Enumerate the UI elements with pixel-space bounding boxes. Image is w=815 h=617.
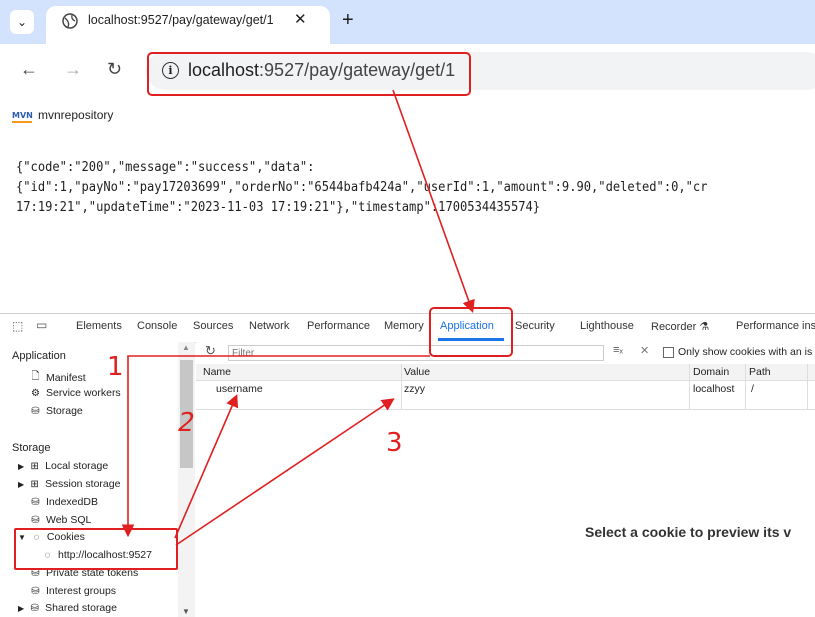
arrow-cookies-to-value [175,398,395,546]
arrow-cookies-to-name [174,394,239,539]
arrow-application-to-cookies [121,355,430,538]
arrow-url-to-application [392,89,475,314]
annotation-arrows [121,89,475,546]
